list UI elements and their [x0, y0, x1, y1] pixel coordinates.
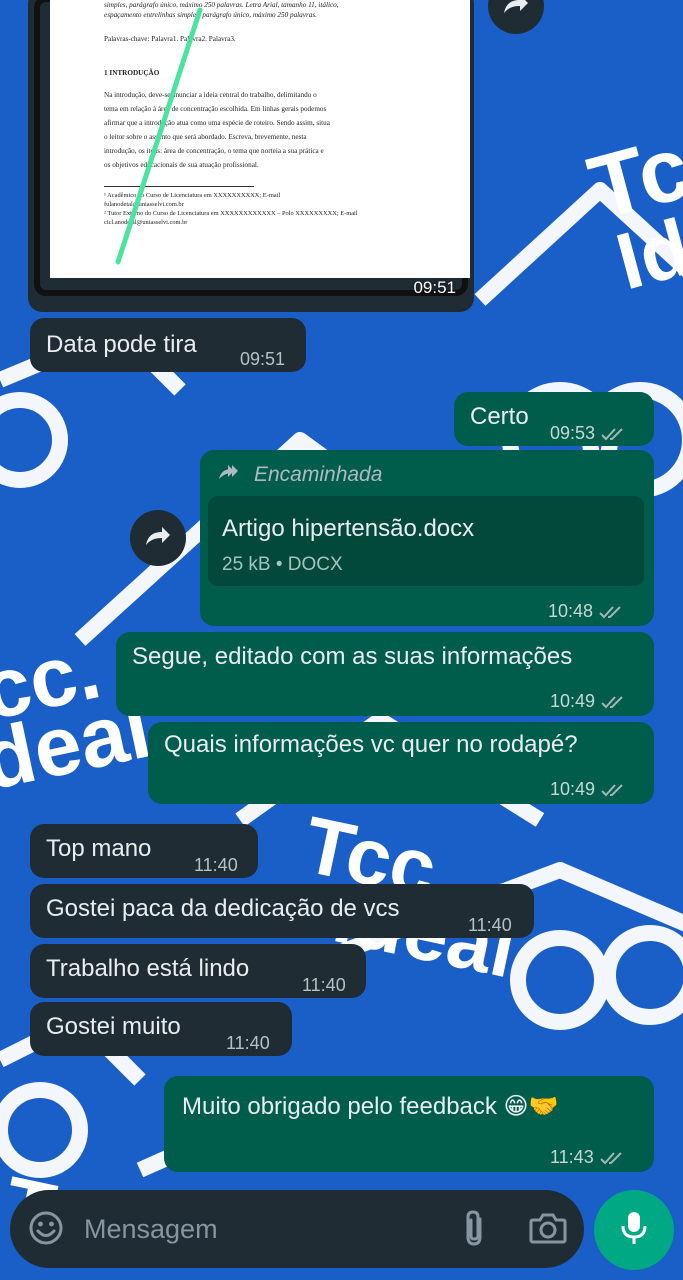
message-input[interactable]: Mensagem	[84, 1214, 218, 1245]
message-outgoing[interactable]: Certo 09:53	[454, 392, 654, 446]
read-ticks-icon	[601, 777, 627, 807]
message-text: Muito obrigado pelo feedback 😁🤝	[182, 1093, 559, 1120]
read-ticks-icon	[601, 421, 627, 451]
forward-icon	[144, 525, 172, 552]
message-time: 11:40	[226, 1033, 270, 1053]
file-meta: 25 kB • DOCX	[222, 554, 343, 575]
file-name: Artigo hipertensão.docx	[222, 515, 475, 542]
message-outgoing[interactable]: Quais informações vc quer no rodapé? 10:…	[148, 722, 654, 804]
forwarded-text: Encaminhada	[254, 463, 383, 486]
message-time-status: 10:48	[548, 596, 625, 629]
message-incoming[interactable]: Gostei paca da dedicação de vcs 11:40	[30, 884, 534, 938]
message-text: Gostei paca da dedicação de vcs	[46, 895, 400, 922]
message-incoming[interactable]: Gostei muito 11:40	[30, 1002, 292, 1056]
voice-record-button[interactable]	[594, 1190, 674, 1270]
forward-icon	[502, 0, 530, 20]
camera-icon[interactable]	[526, 1208, 570, 1248]
message-time: 09:53	[550, 423, 596, 443]
green-pen-stroke	[115, 7, 203, 265]
message-time: 11:40	[194, 855, 238, 875]
message-incoming[interactable]: Data pode tira 09:51	[30, 318, 306, 372]
message-text: Segue, editado com as suas informações	[132, 643, 573, 670]
message-time-status: 11:43	[550, 1142, 626, 1175]
message-time-status: 09:53	[550, 418, 627, 451]
message-time: 10:48	[548, 601, 594, 621]
message-time: 10:49	[550, 691, 596, 711]
image-message[interactable]: simples, parágrafo único, máximo 250 pal…	[28, 0, 474, 312]
message-outgoing-document[interactable]: Encaminhada Artigo hipertensão.docx 25 k…	[200, 450, 654, 626]
message-time: 11:40	[468, 915, 512, 935]
message-text: Quais informações vc quer no rodapé?	[164, 731, 578, 758]
message-time: 11:40	[302, 975, 346, 995]
message-composer[interactable]: Mensagem	[10, 1190, 584, 1268]
message-incoming[interactable]: Top mano 11:40	[30, 824, 258, 878]
message-text: Top mano	[46, 835, 152, 862]
emoji-icon[interactable]	[26, 1208, 66, 1248]
message-outgoing[interactable]: Muito obrigado pelo feedback 😁🤝 11:43	[164, 1076, 654, 1172]
microphone-icon	[620, 1210, 648, 1251]
message-text: Certo	[470, 403, 529, 430]
forward-button[interactable]	[130, 510, 186, 566]
message-text: Trabalho está lindo	[46, 955, 250, 982]
message-time: 11:43	[550, 1147, 594, 1167]
document-photo: simples, parágrafo único, máximo 250 pal…	[50, 0, 470, 278]
message-text: Data pode tira	[46, 331, 197, 358]
message-time-status: 10:49	[550, 774, 627, 807]
read-ticks-icon	[599, 599, 625, 629]
document-attachment[interactable]: Artigo hipertensão.docx 25 kB • DOCX	[208, 496, 644, 586]
message-outgoing[interactable]: Segue, editado com as suas informações 1…	[116, 632, 654, 716]
read-ticks-icon	[601, 689, 627, 719]
forwarded-label: Encaminhada	[218, 460, 382, 490]
read-ticks-icon	[600, 1145, 626, 1175]
attach-icon[interactable]	[454, 1208, 494, 1248]
forwarded-icon	[218, 460, 244, 490]
message-time: 10:49	[550, 779, 596, 799]
message-text: Gostei muito	[46, 1013, 181, 1040]
message-time: 09:51	[240, 349, 286, 369]
message-time: 09:51	[413, 278, 456, 297]
message-incoming[interactable]: Trabalho está lindo 11:40	[30, 944, 366, 998]
message-time-status: 10:49	[550, 686, 627, 719]
